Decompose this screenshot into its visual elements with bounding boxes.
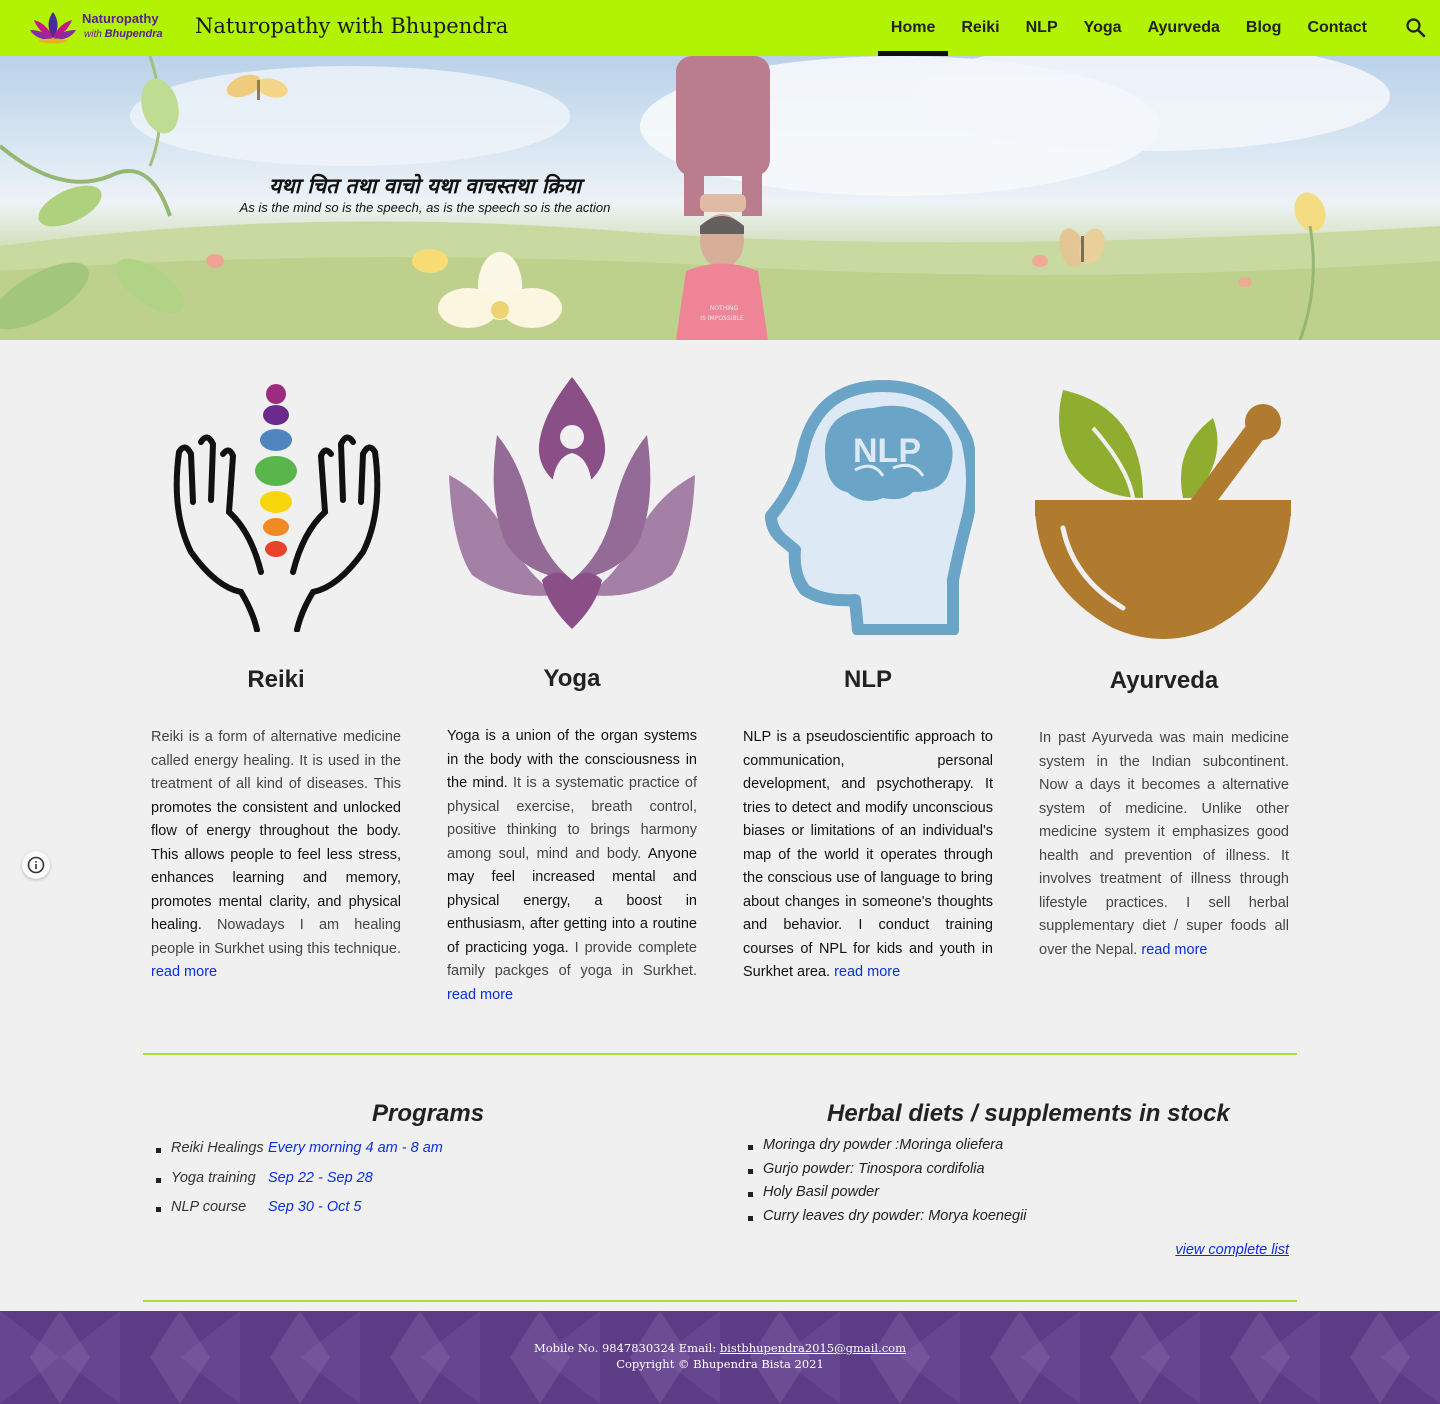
program-item: NLP course Sep 30 - Oct 5 <box>150 1199 443 1229</box>
program-item: Yoga training Sep 22 - Sep 28 <box>150 1170 443 1200</box>
ayurveda-text-a: In past Ayurveda was main medicine syste… <box>1039 730 1289 958</box>
section-divider <box>143 1300 1297 1302</box>
yoga-title: Yoga <box>543 665 601 692</box>
herbal-item: Curry leaves dry powder: Morya koenegii <box>743 1208 1027 1232</box>
program-name: NLP course <box>171 1199 247 1215</box>
yoga-description: Yoga is a union of the organ systems in … <box>447 725 697 1007</box>
reiki-read-more-link[interactable]: read more <box>151 964 217 980</box>
programs-list: Reiki Healings Every morning 4 am - 8 am … <box>150 1140 443 1229</box>
ayurveda-title: Ayurveda <box>1109 667 1219 694</box>
logo-subtitle-name: Bhupendra <box>104 28 163 40</box>
footer-email-link[interactable]: bistbhupendra2015@gmail.com <box>720 1341 906 1355</box>
nlp-text-a: NLP is a pseudoscientific approach to co… <box>743 729 993 980</box>
herbal-item: Gurjo powder: Tinospora cordifolia <box>743 1161 1027 1185</box>
nav-yoga[interactable]: Yoga <box>1071 0 1135 56</box>
nlp-head-icon: NLP <box>763 380 978 640</box>
logo-subtitle: with Bhupendra <box>84 28 163 40</box>
site-header: Naturopathy with Bhupendra Naturopathy w… <box>0 0 1440 56</box>
site-footer: Mobile No. 9847830324 Email: bistbhupend… <box>0 1311 1440 1404</box>
hero-quote-english: As is the mind so is the speech, as is t… <box>239 200 611 215</box>
reiki-description: Reiki is a form of alternative medicine … <box>151 726 401 985</box>
yoga-lotus-icon <box>447 375 697 636</box>
nlp-title: NLP <box>844 666 892 693</box>
nlp-icon-text: NLP <box>853 432 921 470</box>
reiki-title: Reiki <box>247 666 305 693</box>
program-name: Yoga training <box>171 1169 256 1186</box>
section-divider <box>143 1053 1297 1055</box>
search-icon[interactable] <box>1404 16 1428 40</box>
reiki-text-a: Reiki is a form of alternative medicine … <box>151 729 401 792</box>
footer-copyright: Copyright © Bhupendra Bista 2021 <box>616 1357 824 1371</box>
program-date: Sep 30 - Oct 5 <box>268 1199 362 1215</box>
site-logo[interactable]: Naturopathy with Bhupendra <box>28 8 163 46</box>
nav-blog[interactable]: Blog <box>1233 0 1295 56</box>
nav-nlp[interactable]: NLP <box>1013 0 1071 56</box>
nlp-read-more-link[interactable]: read more <box>834 964 900 980</box>
herbal-item: Moringa dry powder :Moringa oliefera <box>743 1137 1027 1161</box>
nav-ayurveda[interactable]: Ayurveda <box>1135 0 1233 56</box>
lotus-logo-icon <box>30 12 76 44</box>
program-item: Reiki Healings Every morning 4 am - 8 am <box>150 1140 443 1170</box>
site-title[interactable]: Naturopathy with Bhupendra <box>195 14 508 38</box>
main-nav: Home Reiki NLP Yoga Ayurveda Blog Contac… <box>877 0 1380 56</box>
yoga-read-more-link[interactable]: read more <box>447 987 513 1003</box>
footer-mobile: Mobile No. 9847830324 Email: <box>533 1341 720 1355</box>
program-date: Sep 22 - Sep 28 <box>268 1169 373 1186</box>
mortar-pestle-icon <box>1033 388 1293 649</box>
hero-quote-hindi: यथा चित तथा वाचो यथा वाचस्तथा क्रिया <box>268 174 582 198</box>
herbal-list: Moringa dry powder :Moringa oliefera Gur… <box>743 1137 1027 1231</box>
logo-subtitle-prefix: with <box>84 29 102 40</box>
logo-title: Naturopathy <box>82 11 159 26</box>
view-complete-list-link[interactable]: view complete list <box>1175 1242 1289 1258</box>
nlp-description: NLP is a pseudoscientific approach to co… <box>743 726 993 985</box>
info-icon[interactable] <box>22 851 50 879</box>
herbal-title: Herbal diets / supplements in stock <box>827 1100 1230 1127</box>
footer-contact: Mobile No. 9847830324 Email: bistbhupend… <box>0 1341 1440 1355</box>
hero-banner: NOTHING IS IMPOSSIBLE यथा चित तथा वाचो य… <box>0 56 1440 340</box>
program-name: Reiki Healings <box>171 1140 264 1156</box>
reiki-text-b: promotes the consistent and unlocked flo… <box>151 799 401 934</box>
program-date: Every morning 4 am - 8 am <box>268 1140 443 1156</box>
herbal-item: Holy Basil powder <box>743 1184 1027 1208</box>
programs-title: Programs <box>372 1100 485 1127</box>
nav-home[interactable]: Home <box>877 0 949 56</box>
ayurveda-read-more-link[interactable]: read more <box>1141 942 1207 958</box>
nav-reiki[interactable]: Reiki <box>948 0 1012 56</box>
reiki-hands-icon <box>171 382 383 637</box>
ayurveda-description: In past Ayurveda was main medicine syste… <box>1039 727 1289 962</box>
nav-contact[interactable]: Contact <box>1294 0 1380 56</box>
